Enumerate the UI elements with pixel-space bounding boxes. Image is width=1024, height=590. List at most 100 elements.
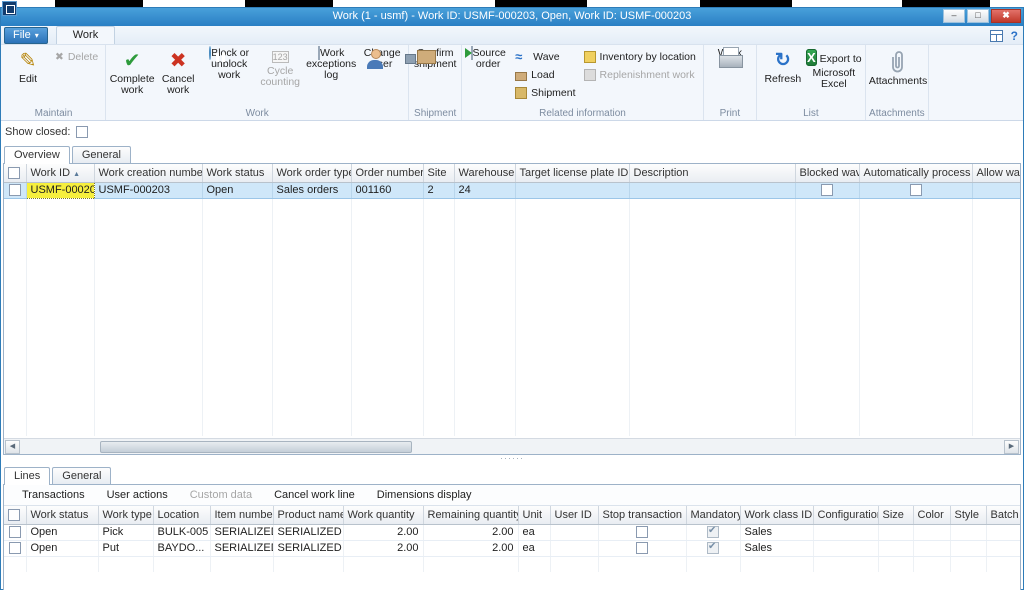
col-work-class-id[interactable]: Work class ID bbox=[740, 506, 813, 524]
col-work-order-type[interactable]: Work order type bbox=[272, 164, 351, 182]
maximize-button[interactable]: □ bbox=[967, 9, 989, 23]
line-row-checkbox[interactable] bbox=[9, 526, 21, 538]
file-menu-button[interactable]: File▾ bbox=[4, 27, 48, 44]
confirm-shipment-button[interactable]: Confirm shipment bbox=[412, 47, 458, 71]
titlebar[interactable]: Work (1 - usmf) - Work ID: USMF-000203, … bbox=[1, 8, 1023, 26]
col-remaining-quantity[interactable]: Remaining quantity bbox=[423, 506, 518, 524]
col-location[interactable]: Location bbox=[153, 506, 210, 524]
col-user-id[interactable]: User ID bbox=[550, 506, 598, 524]
col-warehouse[interactable]: Warehouse bbox=[454, 164, 515, 182]
horizontal-scrollbar[interactable]: ◀ ▶ bbox=[4, 438, 1020, 454]
cell-site: 2 bbox=[423, 182, 454, 198]
table-row[interactable]: Open Pick BULK-005 SERIALIZED SERIALIZED… bbox=[4, 524, 1021, 540]
stop-transaction-checkbox[interactable] bbox=[636, 526, 648, 538]
edit-button[interactable]: ✎ Edit bbox=[5, 47, 51, 86]
cell-work-type: Pick bbox=[98, 524, 153, 540]
stop-transaction-checkbox[interactable] bbox=[636, 542, 648, 554]
col-allow-wave[interactable]: Allow wa bbox=[972, 164, 1021, 182]
help-button[interactable]: ? bbox=[1011, 29, 1018, 43]
block-unblock-work-button[interactable]: Block or unblock work bbox=[201, 47, 257, 82]
user-actions-button[interactable]: User actions bbox=[107, 489, 168, 501]
col-work-creation-number[interactable]: Work creation number bbox=[94, 164, 202, 182]
edit-icon: ✎ bbox=[5, 48, 51, 74]
group-label-related-information: Related information bbox=[462, 108, 703, 119]
delete-button[interactable]: ✖ Delete bbox=[51, 49, 102, 65]
col-product-name[interactable]: Product name bbox=[273, 506, 343, 524]
blocked-wave-checkbox[interactable] bbox=[821, 184, 833, 196]
work-exceptions-log-button[interactable]: Work exceptions log bbox=[303, 47, 359, 82]
col-stop-transaction[interactable]: Stop transaction bbox=[598, 506, 686, 524]
col-blocked-wave[interactable]: Blocked wave bbox=[795, 164, 859, 182]
col-style[interactable]: Style bbox=[950, 506, 986, 524]
cancel-work-line-button[interactable]: Cancel work line bbox=[274, 489, 355, 501]
cycle-counting-button[interactable]: 123 Cycle counting bbox=[257, 47, 303, 89]
cell-work-class-id: Sales bbox=[740, 524, 813, 540]
col-site[interactable]: Site bbox=[423, 164, 454, 182]
cell-batch bbox=[986, 540, 1021, 556]
lines-select-all-checkbox[interactable] bbox=[8, 509, 20, 521]
cell-color bbox=[913, 524, 950, 540]
cell-item-number: SERIALIZED bbox=[210, 540, 273, 556]
tab-lines-general[interactable]: General bbox=[52, 467, 111, 484]
col-automatically-process[interactable]: Automatically process bbox=[859, 164, 972, 182]
table-row[interactable]: Open Put BAYDO... SERIALIZED SERIALIZED … bbox=[4, 540, 1021, 556]
tab-lines[interactable]: Lines bbox=[4, 467, 50, 485]
cell-work-class-id: Sales bbox=[740, 540, 813, 556]
dimensions-display-button[interactable]: Dimensions display bbox=[377, 489, 472, 501]
col-description[interactable]: Description bbox=[629, 164, 795, 182]
col-size[interactable]: Size bbox=[878, 506, 913, 524]
load-button[interactable]: Load bbox=[511, 67, 579, 83]
shipment-button[interactable]: Shipment bbox=[511, 85, 579, 101]
tab-overview[interactable]: Overview bbox=[4, 146, 70, 164]
menu-row: File▾ Work ? bbox=[1, 26, 1023, 45]
attachments-button[interactable]: Attachments bbox=[869, 47, 925, 88]
wave-button[interactable]: ≈ Wave bbox=[511, 49, 579, 65]
col-order-number[interactable]: Order number bbox=[351, 164, 423, 182]
row-checkbox[interactable] bbox=[9, 184, 21, 196]
scrollbar-thumb[interactable] bbox=[100, 441, 412, 453]
cancel-work-button[interactable]: ✖ Cancel work bbox=[155, 47, 201, 97]
change-user-button[interactable]: Change user bbox=[359, 47, 405, 71]
replenishment-work-button[interactable]: Replenishment work bbox=[580, 67, 700, 83]
col-work-quantity[interactable]: Work quantity bbox=[343, 506, 423, 524]
layout-icon[interactable] bbox=[990, 30, 1003, 42]
close-button[interactable]: ✖ bbox=[991, 9, 1021, 23]
show-closed-checkbox[interactable] bbox=[76, 126, 88, 138]
export-to-excel-button[interactable]: X Export to Microsoft Excel bbox=[806, 47, 862, 91]
col-unit[interactable]: Unit bbox=[518, 506, 550, 524]
col-batch[interactable]: Batch bbox=[986, 506, 1021, 524]
complete-work-button[interactable]: ✔ Complete work bbox=[109, 47, 155, 97]
cell-configuration bbox=[813, 524, 878, 540]
col-work-id[interactable]: Work ID ▲ bbox=[26, 164, 94, 182]
col-color[interactable]: Color bbox=[913, 506, 950, 524]
inventory-by-location-button[interactable]: Inventory by location bbox=[580, 49, 700, 65]
source-order-button[interactable]: Source order bbox=[465, 47, 511, 71]
table-row[interactable]: USMF-000203 USMF-000203 Open Sales order… bbox=[4, 182, 1021, 198]
col-item-number[interactable]: Item number bbox=[210, 506, 273, 524]
refresh-icon: ↻ bbox=[760, 48, 806, 74]
ribbon-tab-work[interactable]: Work bbox=[56, 26, 115, 44]
col-mandatory[interactable]: Mandatory bbox=[686, 506, 740, 524]
lines-tabstrip: Lines General bbox=[1, 464, 1023, 484]
scroll-left-arrow[interactable]: ◀ bbox=[5, 440, 20, 454]
refresh-button[interactable]: ↻ Refresh bbox=[760, 47, 806, 86]
tab-general[interactable]: General bbox=[72, 146, 131, 163]
select-all-checkbox[interactable] bbox=[8, 167, 20, 179]
col-work-status[interactable]: Work status bbox=[202, 164, 272, 182]
ribbon-group-related-information: Source order ≈ Wave Load Shipment bbox=[462, 45, 704, 120]
automatically-process-checkbox[interactable] bbox=[910, 184, 922, 196]
col-target-license-plate-id[interactable]: Target license plate ID bbox=[515, 164, 629, 182]
main-tabstrip: Overview General bbox=[1, 143, 1023, 163]
transactions-button[interactable]: Transactions bbox=[22, 489, 85, 501]
pane-splitter[interactable]: ······ bbox=[1, 455, 1023, 464]
scroll-right-arrow[interactable]: ▶ bbox=[1004, 440, 1019, 454]
print-work-button[interactable]: Work bbox=[707, 47, 753, 60]
minimize-button[interactable]: – bbox=[943, 9, 965, 23]
col-line-work-status[interactable]: Work status bbox=[26, 506, 98, 524]
ribbon-group-maintain: ✎ Edit ✖ Delete Maintain bbox=[2, 45, 106, 120]
col-work-type[interactable]: Work type bbox=[98, 506, 153, 524]
col-configuration[interactable]: Configuration bbox=[813, 506, 878, 524]
custom-data-button[interactable]: Custom data bbox=[190, 489, 252, 501]
line-row-checkbox[interactable] bbox=[9, 542, 21, 554]
app-icon[interactable] bbox=[2, 1, 17, 16]
